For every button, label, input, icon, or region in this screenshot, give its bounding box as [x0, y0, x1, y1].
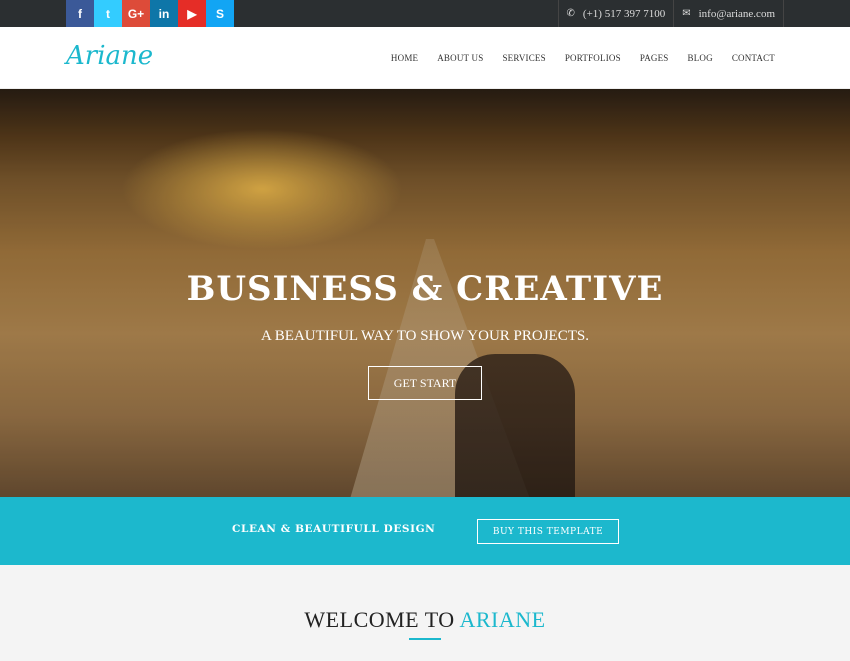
phone-icon: ✆ — [566, 8, 575, 19]
linkedin-icon[interactable]: in — [150, 0, 178, 27]
welcome-brand: ARIANE — [459, 607, 546, 632]
welcome-heading: WELCOME TO ARIANE — [0, 607, 850, 633]
promo-text: CLEAN & BEAUTIFULL DESIGN — [232, 523, 436, 535]
hero-title: BUSINESS & CREATIVE — [186, 269, 664, 309]
twitter-icon[interactable]: t — [94, 0, 122, 27]
promo-band: CLEAN & BEAUTIFULL DESIGN BUY THIS TEMPL… — [0, 497, 850, 565]
welcome-underline — [409, 638, 441, 640]
hero-subtitle: A BEAUTIFUL WAY TO SHOW YOUR PROJECTS. — [261, 328, 589, 344]
phone-item: ✆ (+1) 517 397 7100 — [557, 0, 674, 27]
skype-icon[interactable]: S — [206, 0, 234, 27]
email-item[interactable]: ✉ info@ariane.com — [673, 0, 784, 27]
nav-item-about-us[interactable]: ABOUT US — [437, 53, 483, 63]
nav-menu: HOME ABOUT US SERVICES PORTFOLIOS PAGES … — [391, 27, 775, 88]
contact-info: ✆ (+1) 517 397 7100 ✉ info@ariane.com — [557, 0, 784, 27]
google-plus-icon[interactable]: G+ — [122, 0, 150, 27]
envelope-icon: ✉ — [682, 8, 691, 19]
youtube-icon[interactable]: ▶ — [178, 0, 206, 27]
welcome-prefix: WELCOME TO — [304, 607, 460, 632]
hero-section: BUSINESS & CREATIVE A BEAUTIFUL WAY TO S… — [0, 89, 850, 497]
nav-item-home[interactable]: HOME — [391, 53, 418, 63]
email-text[interactable]: info@ariane.com — [699, 8, 775, 20]
get-start-button[interactable]: GET START — [368, 366, 482, 400]
site-logo[interactable]: Ariane — [66, 41, 153, 71]
nav-item-portfolios[interactable]: PORTFOLIOS — [565, 53, 621, 63]
nav-item-pages[interactable]: PAGES — [640, 53, 669, 63]
facebook-icon[interactable]: f — [66, 0, 94, 27]
top-bar: f t G+ in ▶ S ✆ (+1) 517 397 7100 ✉ info… — [0, 0, 850, 27]
social-links: f t G+ in ▶ S — [66, 0, 234, 27]
phone-text: (+1) 517 397 7100 — [582, 7, 666, 20]
welcome-section: WELCOME TO ARIANE — [0, 565, 850, 661]
nav-item-services[interactable]: SERVICES — [502, 53, 545, 63]
nav-item-contact[interactable]: CONTACT — [732, 53, 775, 63]
main-navbar: Ariane HOME ABOUT US SERVICES PORTFOLIOS… — [0, 27, 850, 89]
buy-template-button[interactable]: BUY THIS TEMPLATE — [477, 519, 619, 544]
nav-item-blog[interactable]: BLOG — [688, 53, 713, 63]
